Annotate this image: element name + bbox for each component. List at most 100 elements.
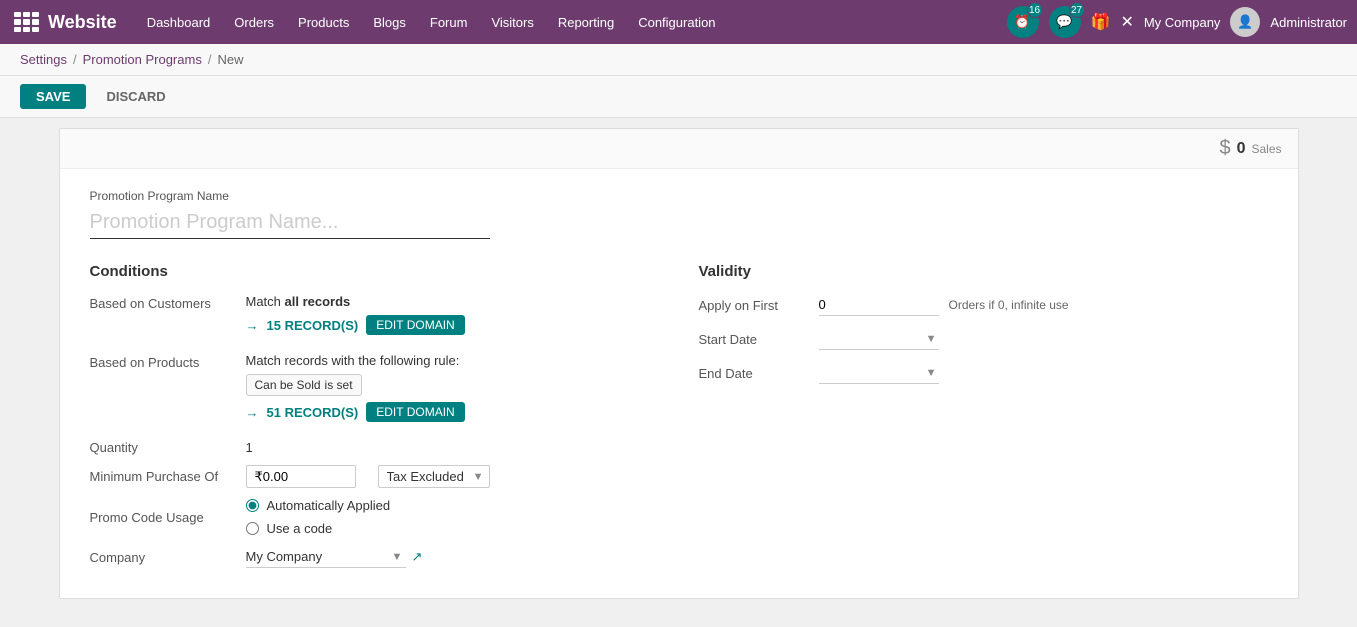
sales-label: Sales — [1251, 142, 1281, 156]
action-bar: SAVE DISCARD — [0, 76, 1357, 118]
breadcrumb-sep2: / — [208, 52, 212, 67]
breadcrumb-current: New — [217, 52, 243, 67]
orders-text: Orders if 0, infinite use — [949, 298, 1069, 312]
end-date-select-wrap: ▼ — [819, 362, 939, 384]
tax-select-wrap: Tax Excluded ▼ — [378, 465, 490, 488]
apply-on-first-input[interactable] — [819, 294, 939, 316]
products-content: Match records with the following rule: C… — [246, 353, 659, 428]
customers-records-link[interactable]: 15 RECORD(S) — [267, 318, 359, 333]
promo-code-label: Promo Code Usage — [90, 510, 230, 525]
validity-title: Validity — [699, 263, 1268, 280]
match-all-text: Match all records — [246, 294, 659, 309]
company-name-nav[interactable]: My Company — [1144, 15, 1221, 30]
customers-row: Based on Customers Match all records → 1… — [90, 294, 659, 341]
nav-products[interactable]: Products — [288, 11, 359, 34]
quantity-label: Quantity — [90, 440, 230, 455]
arrow-icon-customers: → — [246, 318, 259, 333]
main-area: $ 0 Sales Promotion Program Name Conditi… — [0, 118, 1357, 609]
nav-reporting[interactable]: Reporting — [548, 11, 624, 34]
products-record-row: → 51 RECORD(S) EDIT DOMAIN — [246, 402, 659, 422]
topnav: Website Dashboard Orders Products Blogs … — [0, 0, 1357, 44]
messages-badge[interactable]: 💬 27 — [1049, 6, 1081, 38]
nav-forum[interactable]: Forum — [420, 11, 478, 34]
close-icon[interactable]: ✕ — [1120, 12, 1133, 32]
end-date-row: End Date ▼ — [699, 362, 1268, 384]
company-row: Company My Company ▼ ↗ — [90, 546, 659, 568]
save-button[interactable]: SAVE — [20, 84, 86, 109]
program-name-input[interactable] — [90, 207, 490, 239]
min-purchase-row: Minimum Purchase Of Tax Excluded ▼ — [90, 465, 659, 488]
nav-dashboard[interactable]: Dashboard — [137, 11, 221, 34]
use-code-option[interactable]: Use a code — [246, 521, 391, 536]
nav-blogs[interactable]: Blogs — [363, 11, 416, 34]
products-row: Based on Products Match records with the… — [90, 353, 659, 428]
nav-configuration[interactable]: Configuration — [628, 11, 725, 34]
apply-on-first-row: Apply on First Orders if 0, infinite use — [699, 294, 1268, 316]
use-code-label: Use a code — [267, 521, 333, 536]
customers-label: Based on Customers — [90, 294, 230, 311]
company-select-wrap: My Company ▼ ↗ — [246, 546, 423, 568]
promo-code-radio-group: Automatically Applied Use a code — [246, 498, 391, 536]
apps-icon[interactable] — [10, 8, 38, 36]
promo-code-row: Promo Code Usage Automatically Applied U… — [90, 498, 659, 536]
avatar[interactable]: 👤 — [1230, 7, 1260, 37]
validity-section: Validity Apply on First Orders if 0, inf… — [699, 263, 1268, 578]
start-date-select[interactable] — [819, 328, 939, 350]
program-name-label: Promotion Program Name — [90, 189, 1268, 203]
tax-select[interactable]: Tax Excluded — [378, 465, 490, 488]
form-area: Promotion Program Name Conditions Based … — [60, 169, 1298, 598]
topnav-right: ⏰ 16 💬 27 🎁 ✕ My Company 👤 Administrator — [1007, 6, 1347, 38]
brand-name[interactable]: Website — [48, 12, 117, 33]
activity-badge[interactable]: ⏰ 16 — [1007, 6, 1039, 38]
nav-orders[interactable]: Orders — [224, 11, 284, 34]
activity-count: 16 — [1027, 2, 1043, 18]
external-link-icon[interactable]: ↗ — [412, 549, 423, 565]
breadcrumb-settings[interactable]: Settings — [20, 52, 67, 67]
auto-applied-radio[interactable] — [246, 499, 259, 512]
edit-domain-customers-button[interactable]: EDIT DOMAIN — [366, 315, 464, 335]
use-code-radio[interactable] — [246, 522, 259, 535]
company-label: Company — [90, 550, 230, 565]
customers-record-row: → 15 RECORD(S) EDIT DOMAIN — [246, 315, 659, 335]
breadcrumb-promotion-programs[interactable]: Promotion Programs — [83, 52, 202, 67]
start-date-select-wrap: ▼ — [819, 328, 939, 350]
sales-summary: $ 0 Sales — [1219, 137, 1281, 160]
nav-menu: Dashboard Orders Products Blogs Forum Vi… — [137, 11, 1007, 34]
products-label: Based on Products — [90, 353, 230, 370]
quantity-row: Quantity 1 — [90, 440, 659, 455]
conditions-section: Conditions Based on Customers Match all … — [90, 263, 659, 578]
customers-content: Match all records → 15 RECORD(S) EDIT DO… — [246, 294, 659, 341]
min-purchase-label: Minimum Purchase Of — [90, 469, 230, 484]
company-select[interactable]: My Company — [246, 546, 406, 568]
breadcrumb-sep1: / — [73, 52, 77, 67]
auto-applied-label: Automatically Applied — [267, 498, 391, 513]
min-purchase-input[interactable] — [246, 465, 356, 488]
sales-count: 0 — [1237, 140, 1246, 158]
conditions-title: Conditions — [90, 263, 659, 280]
end-date-select[interactable] — [819, 362, 939, 384]
gift-icon[interactable]: 🎁 — [1091, 12, 1111, 32]
nav-visitors[interactable]: Visitors — [481, 11, 543, 34]
products-records-link[interactable]: 51 RECORD(S) — [267, 405, 359, 420]
dollar-icon: $ — [1219, 137, 1230, 160]
quantity-value: 1 — [246, 440, 253, 455]
discard-button[interactable]: DISCARD — [94, 84, 177, 109]
auto-applied-option[interactable]: Automatically Applied — [246, 498, 391, 513]
admin-name[interactable]: Administrator — [1270, 15, 1347, 30]
can-be-sold-label: Can be Sold — [255, 378, 321, 392]
content-card: $ 0 Sales Promotion Program Name Conditi… — [59, 128, 1299, 599]
start-date-label: Start Date — [699, 332, 809, 347]
can-be-sold-tag: Can be Sold is set — [246, 374, 362, 396]
two-col-layout: Conditions Based on Customers Match all … — [90, 263, 1268, 578]
messages-count: 27 — [1069, 2, 1085, 18]
arrow-icon-products: → — [246, 405, 259, 420]
breadcrumb: Settings / Promotion Programs / New — [0, 44, 1357, 76]
all-records-text: all records — [285, 294, 351, 309]
end-date-label: End Date — [699, 366, 809, 381]
match-following-text: Match records with the following rule: — [246, 353, 659, 368]
apply-on-first-label: Apply on First — [699, 298, 809, 313]
edit-domain-products-button[interactable]: EDIT DOMAIN — [366, 402, 464, 422]
sales-bar: $ 0 Sales — [60, 129, 1298, 169]
start-date-row: Start Date ▼ — [699, 328, 1268, 350]
is-set-label: is set — [325, 378, 353, 392]
